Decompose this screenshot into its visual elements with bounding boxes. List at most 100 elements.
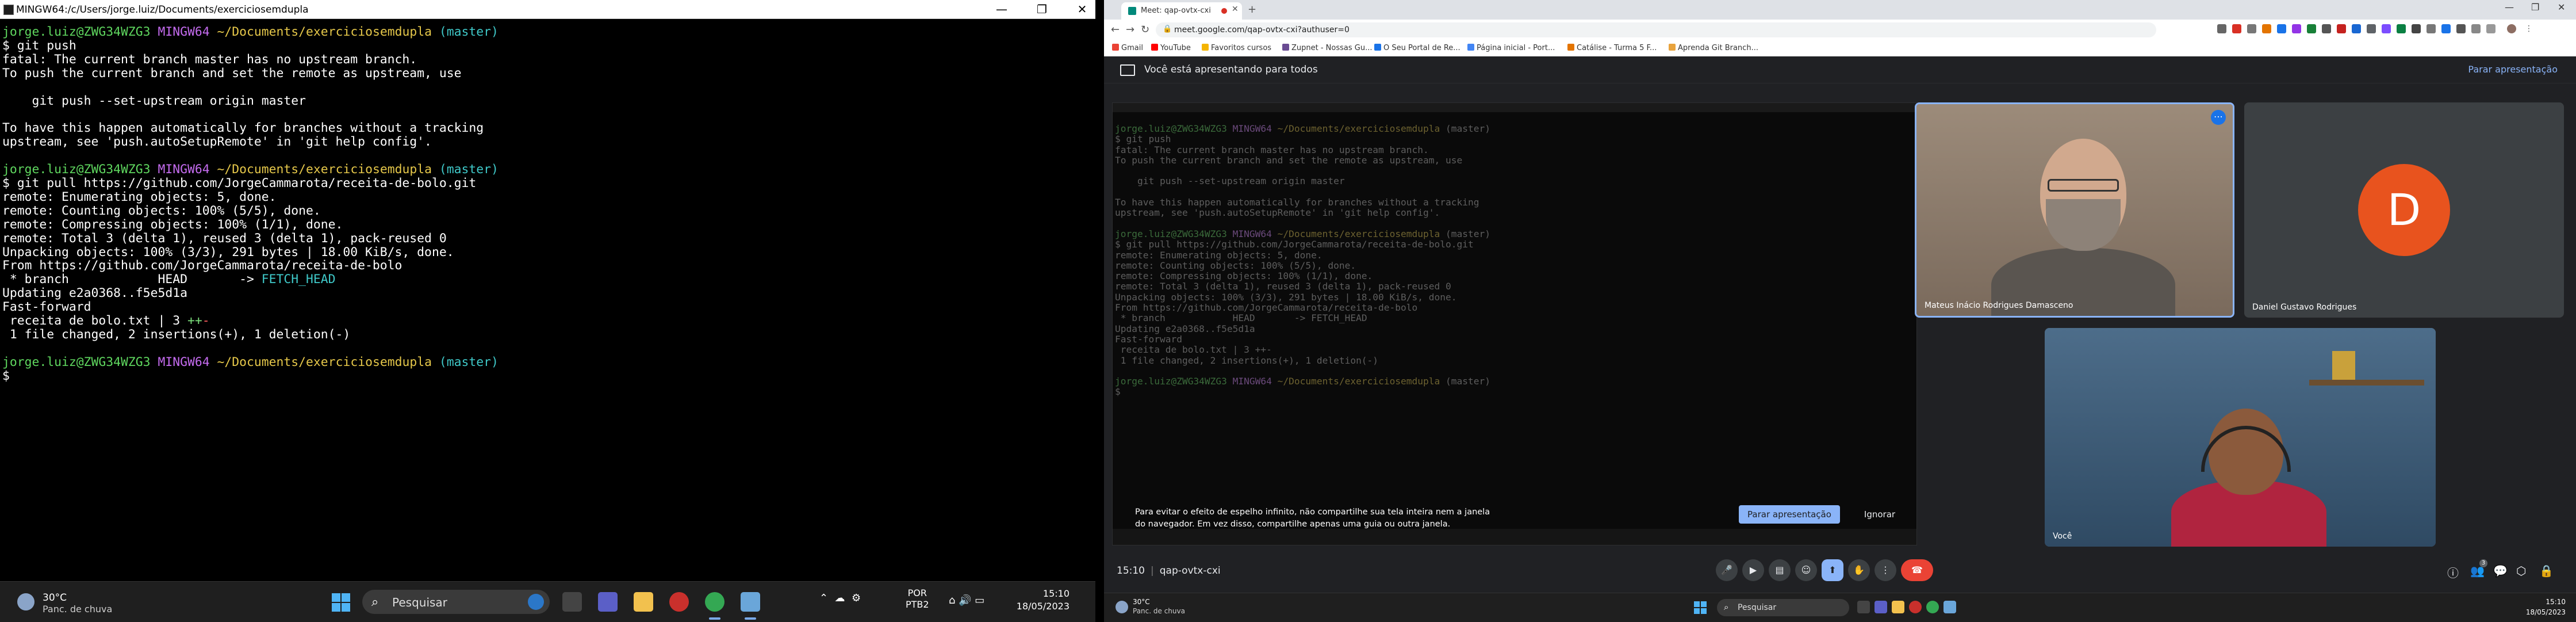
reload-icon[interactable]: ↻ [1141,24,1149,36]
bookmark-gmail[interactable]: Gmail [1112,44,1143,52]
terminal-window[interactable]: MINGW64:/c/Users/jorge.luiz/Documents/ex… [0,0,1095,581]
bookmark-git-branch[interactable]: Aprenda Git Branch... [1669,44,1758,52]
extension-icon[interactable] [2456,24,2466,33]
extension-icon[interactable] [2292,24,2301,33]
minimize-icon[interactable]: — [2505,2,2514,13]
extension-icon[interactable] [2471,24,2481,33]
terminal-titlebar[interactable]: MINGW64:/c/Users/jorge.luiz/Documents/ex… [0,0,1095,19]
microphone-icon[interactable]: 🎤 [1716,559,1738,581]
taskbar-search[interactable]: ⌕ Pesquisar [1717,599,1849,616]
tab-meet[interactable]: Meet: qap-ovtx-cxi ✕ [1121,2,1242,20]
extension-icon[interactable] [2307,24,2316,33]
more-vert-icon[interactable]: ⋮ [2524,24,2533,33]
extension-icon[interactable] [2412,24,2421,33]
avatar: D [2358,164,2450,256]
presenting-text: Você está apresentando para todos [1144,64,1318,75]
stop-presenting-button[interactable]: Parar apresentação [1739,505,1840,524]
participant-tile-mateus[interactable]: ⋯ Mateus Inácio Rodrigues Damasceno [1915,102,2234,318]
bookmark-catalise[interactable]: Catálise - Turma 5 F... [1567,44,1657,52]
camera-icon[interactable]: ▶ [1742,559,1764,581]
profile-avatar[interactable] [2507,24,2516,33]
language-indicator[interactable]: POR PTB2 [906,587,929,610]
extension-icon[interactable] [2426,24,2436,33]
terminal-output[interactable]: jorge.luiz@ZWG34WZG3 MINGW64 ~/Documents… [2,25,1089,383]
forward-icon[interactable]: → [1126,24,1134,36]
extension-icon[interactable] [2277,24,2286,33]
extension-icon[interactable] [2337,24,2346,33]
search-icon: ⌕ [371,595,379,609]
presenting-banner: Você está apresentando para todos Parar … [1104,56,2576,83]
more-vert-icon[interactable]: ⋮ [1874,559,1896,581]
emoji-icon[interactable]: ☺ [1795,559,1817,581]
taskbar-search[interactable]: ⌕ Pesquisar [362,590,550,614]
activities-icon[interactable]: ⬡ [2516,564,2526,578]
host-controls-icon[interactable]: 🔒 [2539,564,2554,578]
opera-icon[interactable] [669,592,689,612]
output-line: 1 file changed, 2 insertions(+), 1 delet… [2,327,351,342]
opera-icon[interactable] [1909,601,1922,613]
glasses [2048,179,2119,192]
more-options-icon[interactable]: ⋯ [2211,110,2226,125]
close-icon[interactable]: ✕ [2558,2,2565,13]
bookmark-portal[interactable]: O Seu Portal de Re... [1374,44,1460,52]
chrome-icon[interactable] [705,592,724,620]
restore-icon[interactable]: ❐ [1029,0,1055,18]
git-bash-icon[interactable] [741,592,760,620]
system-tray[interactable]: ⌃ ☁ ⚙ [819,592,861,604]
raise-hand-icon[interactable]: ✋ [1848,559,1870,581]
bookmark-pagina-inicial[interactable]: Página inicial - Port... [1467,44,1555,52]
taskbar-clock[interactable]: 15:10 18/05/2023 [2526,597,2566,617]
bookmark-youtube[interactable]: YouTube [1151,44,1191,52]
terminal-title: MINGW64:/c/Users/jorge.luiz/Documents/ex… [16,4,309,16]
command-line[interactable]: $ [2,369,1089,383]
extension-icon[interactable] [2262,24,2271,33]
extension-icon[interactable] [2217,24,2226,33]
close-icon[interactable]: ✕ [1070,0,1095,18]
chrome-icon[interactable] [1926,601,1939,613]
cloud-rain-icon [17,593,34,610]
chat-icon[interactable]: 💬 [2493,564,2508,578]
address-bar[interactable]: 🔒 meet.google.com/qap-ovtx-cxi?authuser=… [1156,22,2156,37]
extension-icon[interactable] [2232,24,2241,33]
weather-desc: Panc. de chuva [43,604,113,615]
task-view-icon[interactable] [562,592,582,612]
teams-icon[interactable] [1874,601,1887,613]
captions-icon[interactable]: ▤ [1769,559,1791,581]
extension-icon[interactable] [2352,24,2361,33]
git-bash-icon[interactable] [1943,601,1956,613]
bookmark-favoritos[interactable]: Favoritos cursos [1202,44,1271,52]
windows-start-icon[interactable] [332,593,350,612]
participant-tile-daniel[interactable]: D Daniel Gustavo Rodrigues [2244,102,2564,318]
teams-icon[interactable] [598,592,618,612]
restore-icon[interactable]: ❐ [2531,2,2539,13]
ignore-button[interactable]: Ignorar [1857,505,1903,524]
info-icon[interactable]: ⓘ [2447,564,2459,581]
prompt-line: jorge.luiz@ZWG34WZG3 MINGW64 ~/Documents… [2,25,499,39]
leave-call-icon[interactable]: ☎ [1901,559,1933,581]
new-tab-icon[interactable]: + [1248,3,1256,16]
stop-presenting-link[interactable]: Parar apresentação [2468,64,2558,75]
extension-icon[interactable] [2441,24,2451,33]
minimize-icon[interactable]: — [989,0,1014,18]
extension-icon[interactable] [2382,24,2391,33]
extension-icon[interactable] [2322,24,2331,33]
participant-tile-self[interactable]: Você [2045,328,2436,547]
participant-name: Mateus Inácio Rodrigues Damasceno [1925,301,2073,310]
file-explorer-icon[interactable] [1892,601,1904,613]
extension-icon[interactable] [2247,24,2256,33]
output-line: receita de bolo.txt | 3 ++- [2,314,210,329]
file-explorer-icon[interactable] [634,592,653,612]
present-screen-icon[interactable]: ⬆ [1822,559,1843,581]
task-view-icon[interactable] [1857,601,1870,613]
back-icon[interactable]: ← [1111,24,1120,36]
taskbar-clock[interactable]: 15:10 18/05/2023 [1012,587,1070,613]
extension-icon[interactable] [2397,24,2406,33]
extension-icon[interactable] [2486,24,2496,33]
extension-icon[interactable] [2367,24,2376,33]
bookmark-zupnet[interactable]: Zupnet - Nossas Gu... [1282,44,1373,52]
network-sound-icons[interactable]: ⌂ 🔊 ▭ [949,594,984,606]
windows-start-icon[interactable] [1694,601,1707,614]
close-tab-icon[interactable]: ✕ [1232,5,1239,14]
